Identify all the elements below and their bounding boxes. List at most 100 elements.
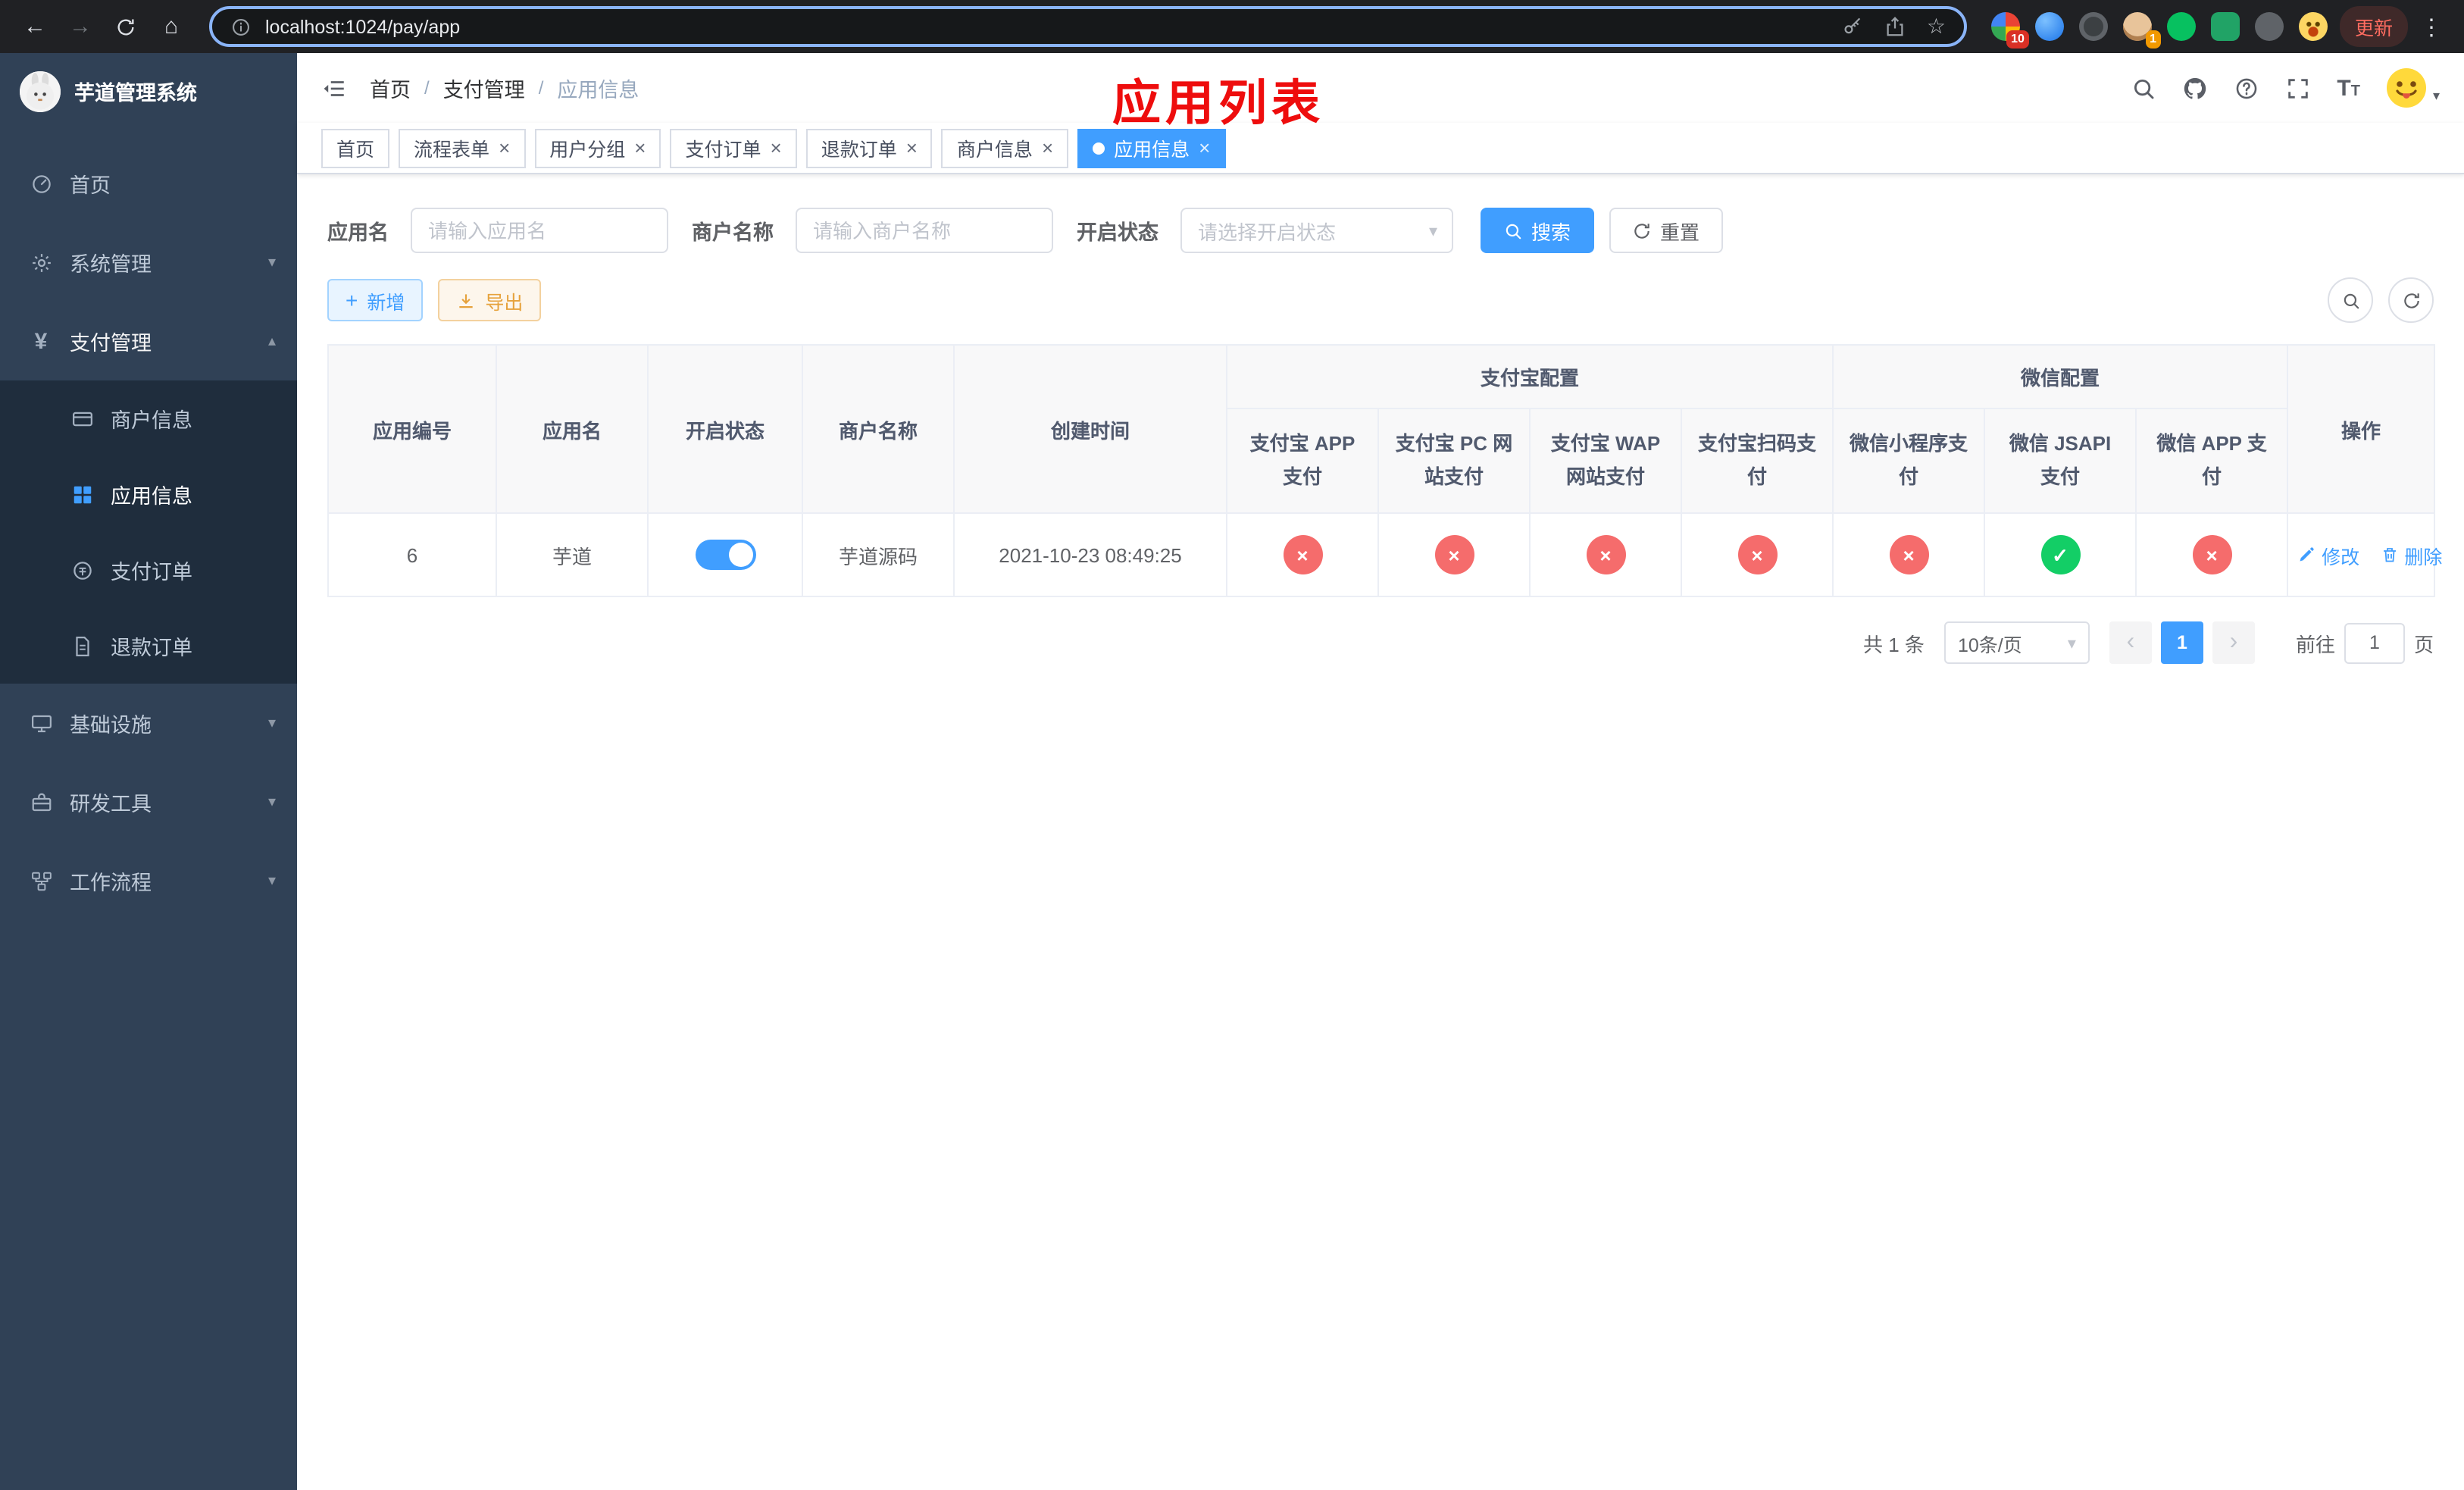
extension-badge: 10 (2006, 30, 2029, 49)
breadcrumb-home[interactable]: 首页 (370, 73, 411, 103)
font-size-icon[interactable]: TT (2337, 77, 2360, 99)
sidebar-item-label: 商户信息 (111, 409, 192, 432)
cell-merchant: 芋道源码 (802, 512, 955, 598)
help-icon[interactable] (2234, 75, 2259, 101)
tab-app-info[interactable]: 应用信息 × (1077, 128, 1226, 167)
tab-process-form[interactable]: 流程表单 × (399, 128, 526, 167)
tab-user-group[interactable]: 用户分组 × (534, 128, 661, 167)
toggle-search-button[interactable] (2328, 277, 2373, 323)
toolbox-icon (29, 790, 53, 814)
merchant-name-input[interactable] (795, 208, 1052, 253)
tab-label: 应用信息 (1114, 139, 1190, 161)
user-avatar[interactable]: ▾ (2386, 67, 2440, 109)
column-header-alipay-pc: 支付宝 PC 网站支付 (1377, 407, 1531, 515)
breadcrumb-payment-management[interactable]: 支付管理 (443, 73, 525, 103)
sidebar-item-payment-management[interactable]: ¥ 支付管理 ▴ (0, 302, 297, 380)
extension-icon-7[interactable] (2254, 12, 2284, 41)
column-header-wechat-mini: 微信小程序支付 (1832, 407, 1986, 515)
breadcrumb-current: 应用信息 (557, 79, 639, 102)
forward-button[interactable]: → (61, 7, 100, 46)
tab-refund-order[interactable]: 退款订单 × (805, 128, 933, 167)
omnibox-actions: ☆ (1842, 14, 1946, 39)
chevron-down-icon: ▾ (267, 794, 276, 810)
back-button[interactable]: ← (15, 7, 55, 46)
extension-icon-5[interactable] (2166, 12, 2196, 41)
refresh-icon (1631, 221, 1651, 240)
app-logo[interactable]: 芋道管理系统 (0, 53, 297, 129)
page-1-button[interactable]: 1 (2160, 621, 2203, 665)
next-page-button[interactable]: › (2212, 621, 2255, 665)
export-button[interactable]: 导出 (438, 279, 542, 321)
refresh-table-button[interactable] (2388, 277, 2434, 323)
column-header-status: 开启状态 (647, 343, 803, 515)
column-header-alipay-wap: 支付宝 WAP 网站支付 (1529, 407, 1682, 515)
add-button[interactable]: + 新增 (327, 279, 424, 321)
sidebar-item-system-management[interactable]: 系统管理 ▾ (0, 223, 297, 302)
sidebar-item-refund-order[interactable]: 退款订单 (0, 608, 297, 684)
tab-label: 支付订单 (685, 139, 761, 161)
breadcrumb-separator: / (538, 77, 544, 99)
row-status-toggle[interactable] (695, 540, 755, 571)
delete-link[interactable]: 删除 (2380, 540, 2442, 569)
tab-payment-order[interactable]: 支付订单 × (670, 128, 797, 167)
extension-icon-8[interactable] (2298, 12, 2328, 41)
extension-icon-3[interactable] (2078, 12, 2108, 41)
app-table: 应用编号 应用名 开启状态 商户名称 创建时间 支付宝配置 微信配置 操作 支付… (327, 343, 2442, 598)
order-icon (70, 558, 94, 582)
chevron-down-icon: ▾ (267, 872, 276, 889)
app-name-input[interactable] (410, 208, 668, 253)
sidebar-item-payment-order[interactable]: 支付订单 (0, 532, 297, 608)
tab-label: 退款订单 (821, 139, 897, 161)
tab-close-icon[interactable]: × (499, 138, 510, 158)
sidebar-item-dev-tools[interactable]: 研发工具 ▾ (0, 762, 297, 841)
extension-icon-2[interactable] (2034, 12, 2064, 41)
column-header-created: 创建时间 (953, 343, 1227, 515)
tab-close-icon[interactable]: × (634, 138, 646, 158)
fullscreen-icon[interactable] (2285, 75, 2311, 101)
tab-merchant-info[interactable]: 商户信息 × (941, 128, 1069, 167)
tab-close-icon[interactable]: × (1042, 138, 1053, 158)
prev-page-button[interactable]: ‹ (2109, 621, 2152, 665)
edit-link[interactable]: 修改 (2297, 540, 2359, 569)
reload-button[interactable] (106, 7, 145, 46)
page-size-select[interactable]: 10条/页 ▾ (1943, 621, 2090, 665)
sidebar-item-infrastructure[interactable]: 基础设施 ▾ (0, 684, 297, 762)
refresh-icon (2401, 290, 2421, 310)
github-icon[interactable] (2182, 75, 2208, 101)
address-bar[interactable]: localhost:1024/pay/app ☆ (209, 6, 1967, 47)
extension-icon-1[interactable]: 10 (1990, 12, 2029, 49)
tab-close-icon[interactable]: × (771, 138, 782, 158)
wechat-jsapi-pay-status-icon: ✓ (2040, 535, 2081, 575)
gear-icon (29, 250, 53, 274)
share-icon[interactable] (1884, 15, 1907, 38)
search-icon[interactable] (2131, 75, 2156, 101)
sidebar-item-workflow[interactable]: 工作流程 ▾ (0, 841, 297, 920)
search-button[interactable]: 搜索 (1480, 208, 1594, 253)
sidebar-toggle-icon[interactable] (321, 75, 347, 101)
url-text: localhost:1024/pay/app (265, 16, 461, 37)
password-key-icon[interactable] (1842, 15, 1865, 38)
browser-update-button[interactable]: 更新 (2339, 6, 2408, 47)
sidebar-item-merchant-info[interactable]: 商户信息 (0, 380, 297, 456)
reset-button[interactable]: 重置 (1609, 208, 1723, 253)
status-select[interactable]: 请选择开启状态 ▾ (1180, 208, 1452, 253)
tab-home[interactable]: 首页 (321, 128, 390, 167)
bookmark-star-icon[interactable]: ☆ (1927, 14, 1946, 39)
page-info-icon[interactable] (230, 16, 252, 37)
goto-suffix-label: 页 (2413, 633, 2434, 656)
column-header-wechat-jsapi: 微信 JSAPI 支付 (1984, 407, 2137, 515)
cell-created: 2021-10-23 08:49:25 (953, 512, 1227, 598)
extension-icon-6[interactable] (2210, 12, 2240, 41)
sidebar-item-home[interactable]: 首页 (0, 144, 297, 223)
browser-menu-button[interactable]: ⋮ (2414, 13, 2449, 40)
tab-label: 商户信息 (956, 139, 1033, 161)
sidebar-item-label: 支付管理 (70, 332, 152, 355)
home-button[interactable]: ⌂ (152, 7, 191, 46)
app-title: 芋道管理系统 (74, 82, 197, 105)
sidebar-item-label: 首页 (70, 174, 111, 197)
extension-icon-4[interactable]: 1 (2122, 12, 2161, 49)
goto-page-input[interactable] (2344, 622, 2405, 664)
tab-close-icon[interactable]: × (1199, 138, 1210, 158)
sidebar-item-app-info[interactable]: 应用信息 (0, 456, 297, 532)
tab-close-icon[interactable]: × (906, 138, 918, 158)
